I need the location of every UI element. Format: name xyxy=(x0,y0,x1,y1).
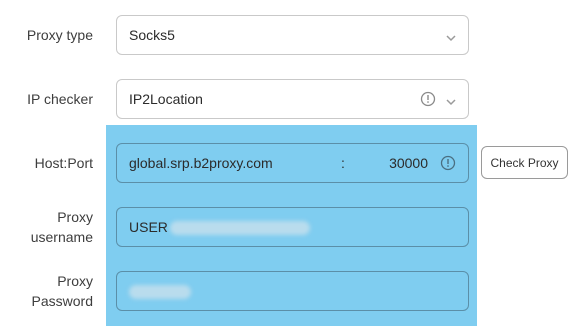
warning-icon[interactable] xyxy=(440,155,456,171)
ip-checker-label: IP checker xyxy=(27,91,93,107)
proxy-username-label-line2: username xyxy=(30,229,93,245)
chevron-down-icon xyxy=(446,94,456,106)
proxy-username-value: USER xyxy=(129,218,168,235)
host-port-label: Host:Port xyxy=(34,155,93,171)
host-port-field[interactable]: global.srp.b2proxy.com : 30000 xyxy=(116,143,469,183)
check-proxy-button[interactable]: Check Proxy xyxy=(481,146,568,179)
info-icon[interactable] xyxy=(420,91,436,107)
port-input[interactable]: 30000 xyxy=(367,155,440,171)
proxy-password-input[interactable] xyxy=(116,271,469,311)
proxy-password-label-line1: Proxy xyxy=(57,273,93,289)
proxy-password-label: Proxy Password xyxy=(10,271,93,311)
host-input[interactable]: global.srp.b2proxy.com xyxy=(129,155,341,171)
ip-checker-value: IP2Location xyxy=(129,91,203,107)
proxy-type-select[interactable]: Socks5 xyxy=(116,15,469,55)
proxy-username-input[interactable]: USER xyxy=(116,207,469,247)
redacted-text xyxy=(169,221,310,236)
proxy-username-label-line1: Proxy xyxy=(57,209,93,225)
proxy-type-label: Proxy type xyxy=(26,27,93,43)
proxy-password-label-line2: Password xyxy=(31,293,93,309)
redacted-text xyxy=(129,285,191,300)
chevron-down-icon xyxy=(446,30,456,42)
ip-checker-select[interactable]: IP2Location xyxy=(116,79,469,119)
host-port-separator: : xyxy=(341,155,345,171)
proxy-type-value: Socks5 xyxy=(129,27,175,43)
proxy-username-label: Proxy username xyxy=(10,207,93,247)
